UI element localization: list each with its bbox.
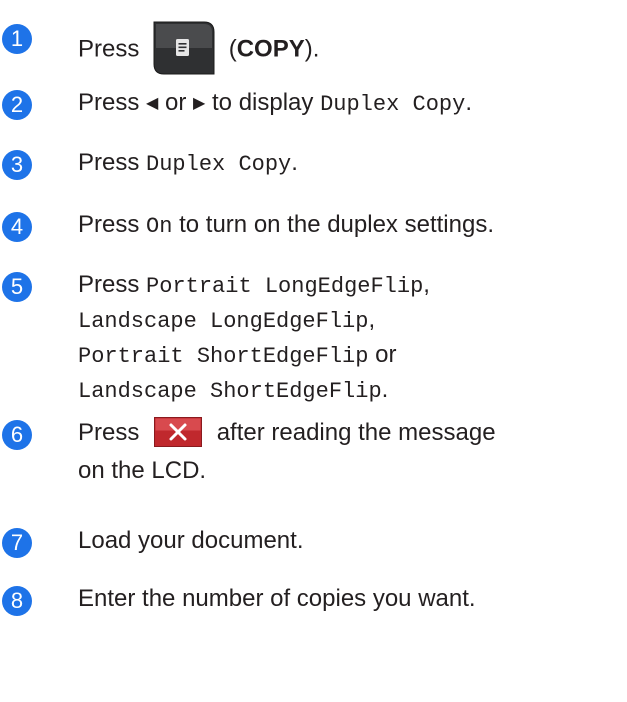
step-2-text: Press ◀ or ▶ to display Duplex Copy.: [78, 85, 472, 124]
option-duplex-copy: Duplex Copy: [146, 152, 292, 177]
step-5-line-2: Landscape LongEdgeFlip,: [78, 302, 375, 340]
period: .: [291, 149, 298, 176]
step-3-text: Press Duplex Copy.: [78, 145, 298, 183]
step-4-text: Press On to turn on the duplex settings.: [78, 207, 494, 245]
step-number-6: 6: [2, 420, 32, 450]
or-word: or: [375, 341, 397, 368]
step-6-line-2: on the LCD.: [78, 453, 206, 489]
period: .: [381, 376, 389, 403]
option-duplex-copy: Duplex Copy: [320, 92, 466, 117]
copy-button-icon: [152, 20, 216, 76]
option-portrait-longedgeflip: Portrait LongEdgeFlip: [146, 274, 424, 299]
option-landscape-shortedgeflip: Landscape ShortEdgeFlip: [78, 379, 382, 404]
step-5-line-1: Press Portrait LongEdgeFlip,: [78, 267, 430, 305]
step-6-line-1: Press after reading the message: [78, 415, 496, 451]
open-paren: (: [228, 35, 237, 63]
step-number-8: 8: [2, 586, 32, 616]
option-portrait-shortedgeflip: Portrait ShortEdgeFlip: [78, 344, 369, 369]
close-paren: ).: [304, 35, 320, 63]
press-word: Press: [78, 419, 140, 446]
step-5-line-4: Landscape ShortEdgeFlip.: [78, 372, 388, 410]
step-number-1: 1: [2, 24, 32, 54]
press-word: Press: [78, 89, 140, 116]
press-word: Press: [78, 35, 140, 63]
press-word: Press: [78, 211, 140, 238]
or-word: or: [165, 89, 187, 116]
press-word: Press: [78, 271, 140, 298]
comma: ,: [368, 306, 376, 333]
left-arrow-icon: ◀: [146, 95, 159, 112]
period: .: [465, 89, 472, 116]
copy-label: COPY: [236, 35, 305, 63]
step-5-line-3: Portrait ShortEdgeFlip or: [78, 337, 396, 375]
step-6-rest-2: on the LCD.: [78, 457, 207, 484]
cancel-x-icon: [154, 416, 203, 447]
comma: ,: [423, 271, 430, 298]
step-number-4: 4: [2, 212, 32, 242]
step-number-3: 3: [2, 150, 32, 180]
right-arrow-icon: ▶: [193, 95, 206, 112]
step-7-label: Load your document.: [78, 527, 304, 554]
step-4-rest: to turn on the duplex settings.: [179, 211, 494, 238]
step-6-rest-1: after reading the message: [216, 419, 496, 446]
step-number-5: 5: [2, 272, 32, 302]
to-display-text: to display: [212, 89, 314, 116]
press-word: Press: [78, 149, 140, 176]
step-1-text: Press (COPY).: [78, 20, 320, 78]
step-8-label: Enter the number of copies you want.: [78, 585, 476, 612]
step-number-2: 2: [2, 90, 32, 120]
option-landscape-longedgeflip: Landscape LongEdgeFlip: [78, 309, 369, 334]
step-number-7: 7: [2, 528, 32, 558]
step-7-text: Load your document.: [78, 523, 303, 559]
option-on: On: [146, 214, 173, 239]
step-8-text: Enter the number of copies you want.: [78, 581, 476, 617]
